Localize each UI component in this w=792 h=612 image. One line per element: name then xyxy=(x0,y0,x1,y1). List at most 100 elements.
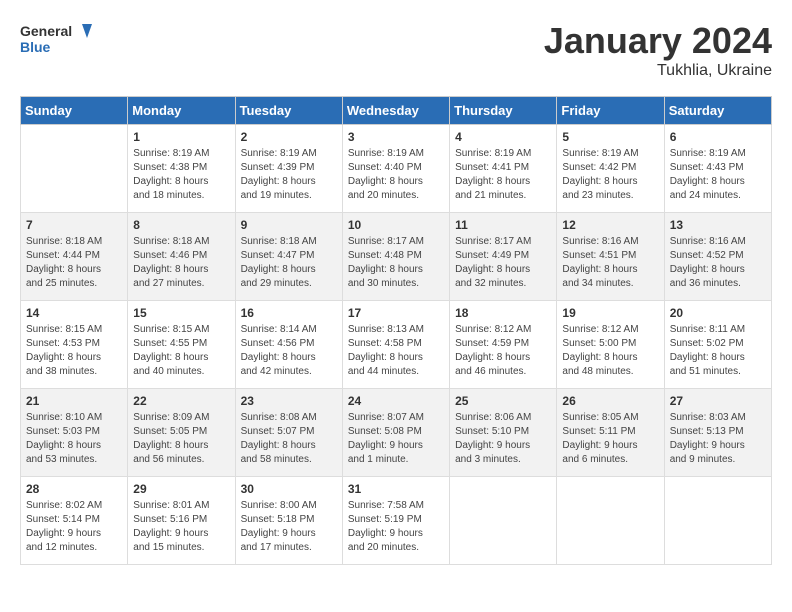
day-number: 1 xyxy=(133,130,229,144)
day-info: Sunrise: 8:06 AM Sunset: 5:10 PM Dayligh… xyxy=(455,411,551,467)
svg-text:General: General xyxy=(20,23,72,39)
calendar-cell: 12Sunrise: 8:16 AM Sunset: 4:51 PM Dayli… xyxy=(557,213,664,301)
calendar-cell: 27 Sunrise: 8:03 AM Sunset: 5:13 PM Dayli… xyxy=(664,389,771,477)
day-number: 28 xyxy=(26,482,122,496)
day-info: Sunrise: 8:15 AM Sunset: 4:53 PM Dayligh… xyxy=(26,323,122,379)
day-info: Sunrise: 8:19 AM Sunset: 4:43 PM Dayligh… xyxy=(670,147,766,203)
location-subtitle: Tukhlia, Ukraine xyxy=(544,62,772,80)
calendar-cell: 8 Sunrise: 8:18 AM Sunset: 4:46 PM Daylig… xyxy=(128,213,235,301)
day-number: 27 xyxy=(670,394,766,408)
calendar-cell xyxy=(664,477,771,565)
day-info: Sunrise: 8:17 AM Sunset: 4:48 PM Dayligh… xyxy=(348,235,444,291)
day-info: Sunrise: 8:09 AM Sunset: 5:05 PM Dayligh… xyxy=(133,411,229,467)
calendar-cell: 19 Sunrise: 8:12 AM Sunset: 5:00 PM Dayli… xyxy=(557,301,664,389)
day-info: Sunrise: 8:15 AM Sunset: 4:55 PM Dayligh… xyxy=(133,323,229,379)
day-number: 18 xyxy=(455,306,551,320)
day-info: Sunrise: 8:16 AM Sunset: 4:52 PM Dayligh… xyxy=(670,235,766,291)
day-number: 29 xyxy=(133,482,229,496)
calendar-cell: 31 Sunrise: 7:58 AM Sunset: 5:19 PM Dayli… xyxy=(342,477,449,565)
calendar-cell: 2 Sunrise: 8:19 AM Sunset: 4:39 PM Daylig… xyxy=(235,125,342,213)
day-info: Sunrise: 8:12 AM Sunset: 4:59 PM Dayligh… xyxy=(455,323,551,379)
calendar-cell: 20 Sunrise: 8:11 AM Sunset: 5:02 PM Dayli… xyxy=(664,301,771,389)
day-number: 26 xyxy=(562,394,658,408)
calendar-cell: 21 Sunrise: 8:10 AM Sunset: 5:03 PM Dayli… xyxy=(21,389,128,477)
calendar-cell: 29 Sunrise: 8:01 AM Sunset: 5:16 PM Dayli… xyxy=(128,477,235,565)
weekday-header-wednesday: Wednesday xyxy=(342,97,449,125)
day-info: Sunrise: 8:18 AM Sunset: 4:47 PM Dayligh… xyxy=(241,235,337,291)
calendar-cell: 13 Sunrise: 8:16 AM Sunset: 4:52 PM Dayli… xyxy=(664,213,771,301)
day-info: Sunrise: 8:08 AM Sunset: 5:07 PM Dayligh… xyxy=(241,411,337,467)
calendar-cell: 11 Sunrise: 8:17 AM Sunset: 4:49 PM Dayli… xyxy=(450,213,557,301)
day-info: Sunrise: 8:17 AM Sunset: 4:49 PM Dayligh… xyxy=(455,235,551,291)
calendar-cell: 17 Sunrise: 8:13 AM Sunset: 4:58 PM Dayli… xyxy=(342,301,449,389)
day-info: Sunrise: 8:05 AM Sunset: 5:11 PM Dayligh… xyxy=(562,411,658,467)
day-number: 6 xyxy=(670,130,766,144)
calendar-cell: 9 Sunrise: 8:18 AM Sunset: 4:47 PM Daylig… xyxy=(235,213,342,301)
calendar-cell: 6 Sunrise: 8:19 AM Sunset: 4:43 PM Daylig… xyxy=(664,125,771,213)
day-info: Sunrise: 8:12 AM Sunset: 5:00 PM Dayligh… xyxy=(562,323,658,379)
day-number: 11 xyxy=(455,218,551,232)
calendar-cell: 3Sunrise: 8:19 AM Sunset: 4:40 PM Daylig… xyxy=(342,125,449,213)
weekday-header-friday: Friday xyxy=(557,97,664,125)
weekday-header-monday: Monday xyxy=(128,97,235,125)
logo-icon: GeneralBlue xyxy=(20,20,100,56)
title-block: January 2024 Tukhlia, Ukraine xyxy=(544,20,772,80)
day-info: Sunrise: 8:00 AM Sunset: 5:18 PM Dayligh… xyxy=(241,499,337,555)
calendar-cell: 15Sunrise: 8:15 AM Sunset: 4:55 PM Dayli… xyxy=(128,301,235,389)
day-info: Sunrise: 7:58 AM Sunset: 5:19 PM Dayligh… xyxy=(348,499,444,555)
page-header: GeneralBlue January 2024 Tukhlia, Ukrain… xyxy=(20,20,772,80)
calendar-cell: 5 Sunrise: 8:19 AM Sunset: 4:42 PM Daylig… xyxy=(557,125,664,213)
calendar-cell: 14Sunrise: 8:15 AM Sunset: 4:53 PM Dayli… xyxy=(21,301,128,389)
day-info: Sunrise: 8:11 AM Sunset: 5:02 PM Dayligh… xyxy=(670,323,766,379)
day-number: 3 xyxy=(348,130,444,144)
day-number: 19 xyxy=(562,306,658,320)
day-info: Sunrise: 8:03 AM Sunset: 5:13 PM Dayligh… xyxy=(670,411,766,467)
calendar-cell: 7 Sunrise: 8:18 AM Sunset: 4:44 PM Daylig… xyxy=(21,213,128,301)
day-info: Sunrise: 8:18 AM Sunset: 4:46 PM Dayligh… xyxy=(133,235,229,291)
weekday-header-sunday: Sunday xyxy=(21,97,128,125)
day-info: Sunrise: 8:10 AM Sunset: 5:03 PM Dayligh… xyxy=(26,411,122,467)
calendar-table: SundayMondayTuesdayWednesdayThursdayFrid… xyxy=(20,96,772,565)
calendar-cell: 18 Sunrise: 8:12 AM Sunset: 4:59 PM Dayli… xyxy=(450,301,557,389)
day-info: Sunrise: 8:13 AM Sunset: 4:58 PM Dayligh… xyxy=(348,323,444,379)
day-info: Sunrise: 8:19 AM Sunset: 4:38 PM Dayligh… xyxy=(133,147,229,203)
calendar-cell: 22 Sunrise: 8:09 AM Sunset: 5:05 PM Dayli… xyxy=(128,389,235,477)
day-number: 8 xyxy=(133,218,229,232)
calendar-cell: 26 Sunrise: 8:05 AM Sunset: 5:11 PM Dayli… xyxy=(557,389,664,477)
day-number: 16 xyxy=(241,306,337,320)
weekday-header-thursday: Thursday xyxy=(450,97,557,125)
calendar-cell xyxy=(557,477,664,565)
day-number: 7 xyxy=(26,218,122,232)
calendar-cell: 24Sunrise: 8:07 AM Sunset: 5:08 PM Dayli… xyxy=(342,389,449,477)
logo: GeneralBlue xyxy=(20,20,100,56)
calendar-cell: 10 Sunrise: 8:17 AM Sunset: 4:48 PM Dayli… xyxy=(342,213,449,301)
svg-text:Blue: Blue xyxy=(20,39,51,55)
day-number: 30 xyxy=(241,482,337,496)
calendar-cell xyxy=(450,477,557,565)
day-number: 2 xyxy=(241,130,337,144)
day-number: 12 xyxy=(562,218,658,232)
weekday-header-tuesday: Tuesday xyxy=(235,97,342,125)
day-info: Sunrise: 8:18 AM Sunset: 4:44 PM Dayligh… xyxy=(26,235,122,291)
day-number: 10 xyxy=(348,218,444,232)
calendar-cell: 23 Sunrise: 8:08 AM Sunset: 5:07 PM Dayli… xyxy=(235,389,342,477)
day-info: Sunrise: 8:19 AM Sunset: 4:41 PM Dayligh… xyxy=(455,147,551,203)
day-number: 9 xyxy=(241,218,337,232)
calendar-cell: 4Sunrise: 8:19 AM Sunset: 4:41 PM Daylig… xyxy=(450,125,557,213)
day-number: 22 xyxy=(133,394,229,408)
day-number: 31 xyxy=(348,482,444,496)
day-info: Sunrise: 8:01 AM Sunset: 5:16 PM Dayligh… xyxy=(133,499,229,555)
day-number: 21 xyxy=(26,394,122,408)
calendar-cell xyxy=(21,125,128,213)
day-info: Sunrise: 8:02 AM Sunset: 5:14 PM Dayligh… xyxy=(26,499,122,555)
day-info: Sunrise: 8:19 AM Sunset: 4:39 PM Dayligh… xyxy=(241,147,337,203)
weekday-header-saturday: Saturday xyxy=(664,97,771,125)
day-number: 23 xyxy=(241,394,337,408)
day-number: 13 xyxy=(670,218,766,232)
day-number: 17 xyxy=(348,306,444,320)
day-info: Sunrise: 8:19 AM Sunset: 4:42 PM Dayligh… xyxy=(562,147,658,203)
day-number: 24 xyxy=(348,394,444,408)
day-number: 5 xyxy=(562,130,658,144)
day-number: 20 xyxy=(670,306,766,320)
day-info: Sunrise: 8:14 AM Sunset: 4:56 PM Dayligh… xyxy=(241,323,337,379)
